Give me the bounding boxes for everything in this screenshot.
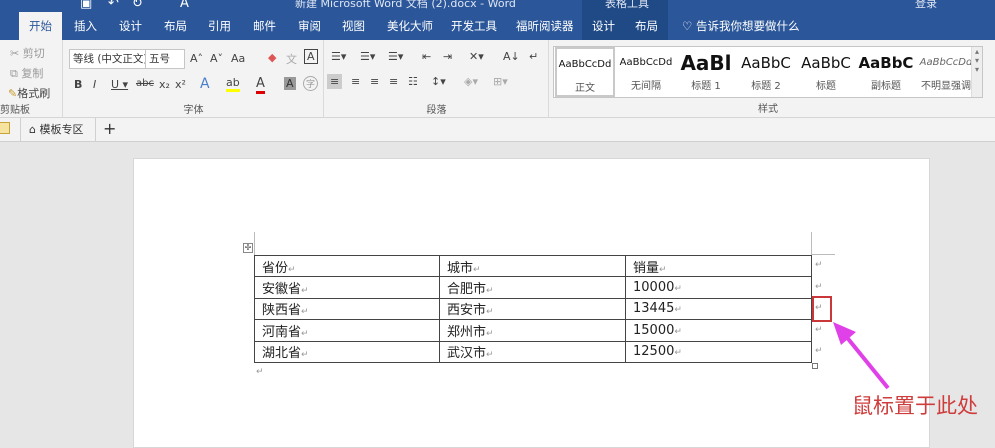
annotation-arrow (833, 322, 890, 390)
arrow-shaft (843, 333, 890, 390)
annotation-text: 鼠标置于此处 (852, 394, 978, 418)
